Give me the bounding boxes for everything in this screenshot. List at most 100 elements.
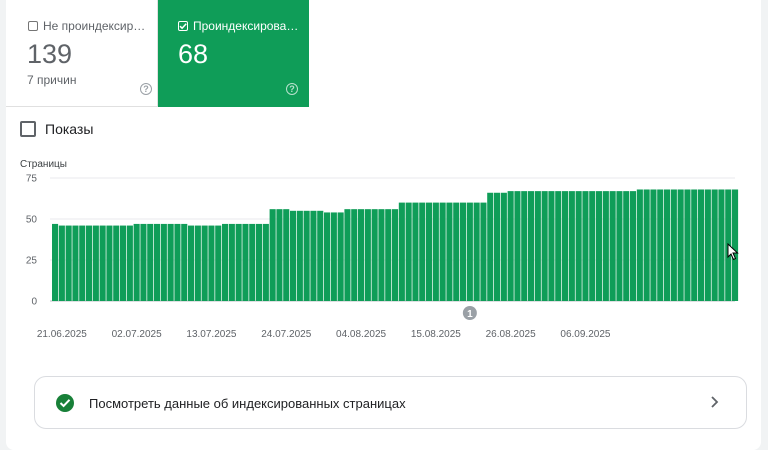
chart-bar bbox=[711, 189, 718, 301]
chart-bar bbox=[256, 223, 263, 301]
chart-bar bbox=[310, 210, 317, 301]
chart-bar bbox=[188, 225, 195, 301]
chart-bar bbox=[120, 225, 127, 301]
chart-bar bbox=[521, 191, 528, 301]
chart-bar bbox=[562, 191, 569, 301]
chart-bar bbox=[630, 191, 637, 301]
view-indexed-pages-label: Посмотреть данные об индексированных стр… bbox=[89, 396, 406, 411]
chart-bar bbox=[446, 202, 453, 301]
chart-bar bbox=[555, 191, 562, 301]
chart-bar bbox=[262, 223, 269, 301]
chart-bar bbox=[72, 225, 79, 301]
chart-bar bbox=[419, 202, 426, 301]
chart-bar bbox=[636, 189, 643, 301]
chart-bar bbox=[58, 225, 65, 301]
chart-bar bbox=[704, 189, 711, 301]
chart-bar bbox=[487, 192, 494, 301]
chart-bar bbox=[575, 191, 582, 301]
chart-bar bbox=[242, 223, 249, 301]
y-tick-label: 25 bbox=[26, 256, 38, 267]
chart-bar bbox=[154, 223, 161, 301]
chart-bar bbox=[208, 225, 215, 301]
chart-bar bbox=[453, 202, 460, 301]
chart-bar bbox=[602, 191, 609, 301]
chart-bar bbox=[106, 225, 113, 301]
chart-bar bbox=[140, 223, 147, 301]
chart-bar bbox=[596, 191, 603, 301]
chart-bar bbox=[133, 223, 140, 301]
chart-bar bbox=[670, 189, 677, 301]
x-tick-label: 04.08.2025 bbox=[336, 329, 386, 340]
chart-bar bbox=[691, 189, 698, 301]
chart-bar bbox=[371, 209, 378, 301]
chart-bar bbox=[664, 189, 671, 301]
chart-bar bbox=[160, 223, 167, 301]
chart-bar bbox=[249, 223, 256, 301]
chart-bar bbox=[276, 209, 283, 301]
chart-bar bbox=[351, 209, 358, 301]
chart-bar bbox=[215, 225, 222, 301]
chart-bar bbox=[460, 202, 467, 301]
chart-bar bbox=[283, 209, 290, 301]
chart-bar bbox=[201, 225, 208, 301]
y-tick-label: 50 bbox=[26, 215, 38, 226]
chart-bar bbox=[194, 225, 201, 301]
chart-bar bbox=[52, 223, 59, 301]
chart-bar bbox=[412, 202, 419, 301]
chart-bar bbox=[269, 209, 276, 301]
chart-bar bbox=[657, 189, 664, 301]
chart-bar bbox=[174, 223, 181, 301]
chart-bar bbox=[113, 225, 120, 301]
chart-bar bbox=[181, 223, 188, 301]
chart-bar bbox=[79, 225, 86, 301]
chart-bar bbox=[398, 202, 405, 301]
chart-bar bbox=[290, 210, 297, 301]
x-tick-label: 13.07.2025 bbox=[186, 329, 236, 340]
mouse-cursor-icon bbox=[727, 243, 739, 261]
chart-bar bbox=[296, 210, 303, 301]
chart-bar bbox=[473, 202, 480, 301]
chart-bar bbox=[92, 225, 99, 301]
x-tick-label: 06.09.2025 bbox=[560, 329, 610, 340]
chart-bar bbox=[480, 202, 487, 301]
chart-bar bbox=[364, 209, 371, 301]
chart-bar bbox=[392, 209, 399, 301]
chart-bar bbox=[650, 189, 657, 301]
chart-bar bbox=[358, 209, 365, 301]
view-indexed-pages-link[interactable]: Посмотреть данные об индексированных стр… bbox=[34, 376, 747, 429]
x-tick-label: 15.08.2025 bbox=[411, 329, 461, 340]
chart-bar bbox=[534, 191, 541, 301]
chevron-right-icon bbox=[711, 396, 719, 408]
chart-bar bbox=[548, 191, 555, 301]
chart-bar bbox=[235, 223, 242, 301]
chart-bar bbox=[439, 202, 446, 301]
chart-bar bbox=[167, 223, 174, 301]
chart-bar bbox=[589, 191, 596, 301]
chart-bar bbox=[432, 202, 439, 301]
chart-bar bbox=[228, 223, 235, 301]
chart-bar bbox=[303, 210, 310, 301]
chart-bar bbox=[718, 189, 725, 301]
x-tick-label: 24.07.2025 bbox=[261, 329, 311, 340]
chart-bar bbox=[86, 225, 93, 301]
chart-bar bbox=[222, 223, 229, 301]
chart-bar bbox=[677, 189, 684, 301]
chart-bar bbox=[330, 212, 337, 301]
chart-bar bbox=[147, 223, 154, 301]
chart-bar bbox=[317, 210, 324, 301]
chart-bar bbox=[643, 189, 650, 301]
chart-bar bbox=[684, 189, 691, 301]
y-tick-label: 75 bbox=[26, 174, 38, 185]
x-tick-label: 02.07.2025 bbox=[112, 329, 162, 340]
chart-bar bbox=[494, 192, 501, 301]
annotation-label: 1 bbox=[467, 309, 473, 320]
chart-bar bbox=[337, 212, 344, 301]
chart-bar bbox=[609, 191, 616, 301]
chart-bar bbox=[568, 191, 575, 301]
chart-bar bbox=[378, 209, 385, 301]
chart-bar bbox=[126, 225, 133, 301]
chart-bar bbox=[385, 209, 392, 301]
chart-bar bbox=[616, 191, 623, 301]
chart-bar bbox=[405, 202, 412, 301]
check-circle-icon bbox=[56, 394, 74, 412]
